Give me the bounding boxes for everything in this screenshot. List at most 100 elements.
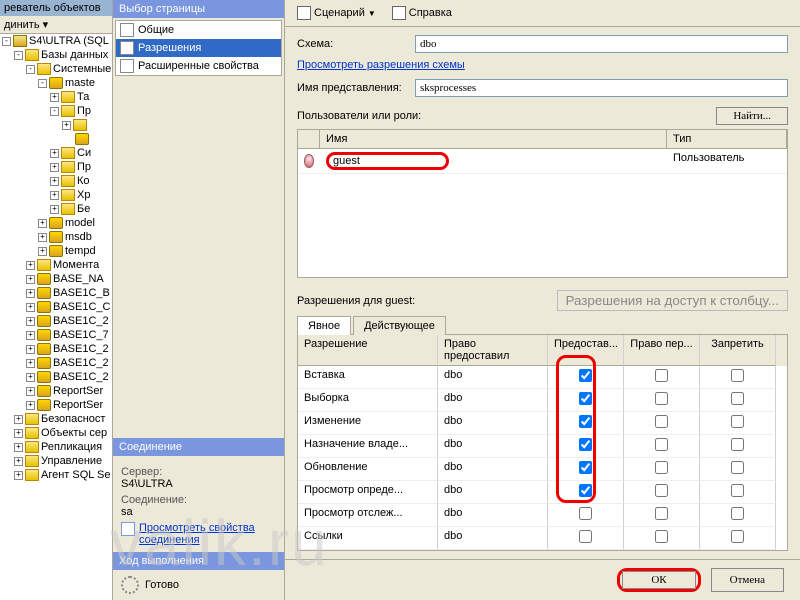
tree-node[interactable]: +Ко	[0, 174, 112, 188]
expand-icon[interactable]: +	[50, 93, 59, 102]
tree-node[interactable]: +msdb	[0, 230, 112, 244]
tree-node[interactable]: -Пр	[0, 104, 112, 118]
connect-button[interactable]: динить ▾	[0, 16, 112, 34]
grant-checkbox[interactable]	[579, 484, 592, 497]
page-item[interactable]: Расширенные свойства	[116, 57, 281, 75]
object-tree[interactable]: - S4\ULTRA (SQL Se -Базы данных-Системны…	[0, 34, 112, 600]
expand-icon[interactable]: +	[26, 401, 35, 410]
with-grant-checkbox[interactable]	[655, 507, 668, 520]
permission-row[interactable]: Выборкаdbo	[298, 389, 787, 412]
expand-icon[interactable]: +	[14, 443, 23, 452]
pcol-deny[interactable]: Запретить	[700, 335, 776, 366]
col-name[interactable]: Имя	[320, 130, 667, 148]
expand-icon[interactable]: +	[26, 345, 35, 354]
tree-node[interactable]: +Бе	[0, 202, 112, 216]
page-item[interactable]: Общие	[116, 21, 281, 39]
script-button[interactable]: Сценарий ▼	[293, 4, 380, 22]
deny-checkbox[interactable]	[731, 392, 744, 405]
tree-node[interactable]: +Агент SQL Se	[0, 468, 112, 482]
grant-checkbox[interactable]	[579, 507, 592, 520]
grant-checkbox[interactable]	[579, 530, 592, 543]
tree-node[interactable]: +Репликация	[0, 440, 112, 454]
expand-icon[interactable]: +	[26, 317, 35, 326]
expand-icon[interactable]: -	[38, 79, 47, 88]
expand-icon[interactable]: +	[26, 359, 35, 368]
pcol-grant[interactable]: Предостав...	[548, 335, 624, 366]
pcol-with-grant[interactable]: Право пер...	[624, 335, 700, 366]
grant-checkbox[interactable]	[579, 392, 592, 405]
deny-checkbox[interactable]	[731, 507, 744, 520]
col-type[interactable]: Тип	[667, 130, 787, 148]
expand-icon[interactable]: +	[50, 191, 59, 200]
expand-icon[interactable]: +	[26, 261, 35, 270]
expand-icon[interactable]: +	[50, 177, 59, 186]
grant-checkbox[interactable]	[579, 415, 592, 428]
grant-checkbox[interactable]	[579, 438, 592, 451]
expand-icon[interactable]: -	[14, 51, 23, 60]
tree-node[interactable]: +BASE1C_2	[0, 356, 112, 370]
expand-icon[interactable]: +	[38, 233, 47, 242]
tab-explicit[interactable]: Явное	[297, 316, 351, 335]
expand-icon[interactable]: -	[50, 107, 59, 116]
deny-checkbox[interactable]	[731, 415, 744, 428]
cancel-button[interactable]: Отмена	[711, 568, 784, 592]
expand-icon[interactable]: +	[62, 121, 71, 130]
deny-checkbox[interactable]	[731, 369, 744, 382]
tree-node[interactable]: +BASE1C_7	[0, 328, 112, 342]
pcol-permission[interactable]: Разрешение	[298, 335, 438, 366]
find-button[interactable]: Найти...	[716, 107, 788, 125]
grant-checkbox[interactable]	[579, 369, 592, 382]
pcol-grantor[interactable]: Право предоставил	[438, 335, 548, 366]
tree-node-server[interactable]: - S4\ULTRA (SQL Se	[0, 34, 112, 48]
permission-row[interactable]: Ссылкиdbo	[298, 527, 787, 550]
user-row[interactable]: guest Пользователь	[298, 149, 787, 174]
tree-node[interactable]: +ReportSer	[0, 384, 112, 398]
expand-icon[interactable]: +	[38, 219, 47, 228]
tree-node[interactable]: +tempd	[0, 244, 112, 258]
expand-icon[interactable]: +	[50, 205, 59, 214]
expand-icon[interactable]: -	[2, 37, 11, 46]
expand-icon[interactable]: +	[26, 275, 35, 284]
expand-icon[interactable]: +	[14, 415, 23, 424]
tree-node[interactable]: +Та	[0, 90, 112, 104]
permission-row[interactable]: Просмотр отслеж...dbo	[298, 504, 787, 527]
view-connection-props-link[interactable]: Просмотреть свойства соединения	[139, 522, 276, 546]
tree-node[interactable]: +BASE1C_В	[0, 286, 112, 300]
users-grid[interactable]: Имя Тип guest Пользователь	[297, 129, 788, 278]
help-button[interactable]: Справка	[388, 4, 456, 22]
expand-icon[interactable]: +	[14, 429, 23, 438]
tree-node[interactable]: +BASE_NA	[0, 272, 112, 286]
permission-row[interactable]: Изменениеdbo	[298, 412, 787, 435]
tree-node[interactable]: +BASE1C_2	[0, 314, 112, 328]
with-grant-checkbox[interactable]	[655, 369, 668, 382]
tree-node[interactable]: +ReportSer	[0, 398, 112, 412]
ok-button[interactable]: ОК	[622, 571, 695, 589]
expand-icon[interactable]: +	[50, 163, 59, 172]
permission-row[interactable]: Назначение владе...dbo	[298, 435, 787, 458]
expand-icon[interactable]: +	[26, 331, 35, 340]
expand-icon[interactable]: +	[50, 149, 59, 158]
tree-node[interactable]	[0, 132, 112, 146]
permissions-grid[interactable]: Разрешение Право предоставил Предостав..…	[297, 335, 788, 551]
grant-checkbox[interactable]	[579, 461, 592, 474]
deny-checkbox[interactable]	[731, 438, 744, 451]
tree-node[interactable]: +Управление	[0, 454, 112, 468]
tree-node[interactable]: +	[0, 118, 112, 132]
page-item[interactable]: Разрешения	[116, 39, 281, 57]
permission-row[interactable]: Вставкаdbo	[298, 366, 787, 389]
with-grant-checkbox[interactable]	[655, 415, 668, 428]
expand-icon[interactable]: +	[14, 471, 23, 480]
deny-checkbox[interactable]	[731, 530, 744, 543]
expand-icon[interactable]: +	[14, 457, 23, 466]
permission-row[interactable]: Просмотр опреде...dbo	[298, 481, 787, 504]
expand-icon[interactable]: +	[26, 289, 35, 298]
with-grant-checkbox[interactable]	[655, 530, 668, 543]
deny-checkbox[interactable]	[731, 461, 744, 474]
expand-icon[interactable]: +	[26, 387, 35, 396]
tree-node[interactable]: +BASE1C_С	[0, 300, 112, 314]
tree-node[interactable]: +Хр	[0, 188, 112, 202]
tree-node[interactable]: -Системные	[0, 62, 112, 76]
with-grant-checkbox[interactable]	[655, 438, 668, 451]
view-schema-perms-link[interactable]: Просмотреть разрешения схемы	[297, 59, 788, 71]
tree-node[interactable]: +BASE1C_2	[0, 342, 112, 356]
